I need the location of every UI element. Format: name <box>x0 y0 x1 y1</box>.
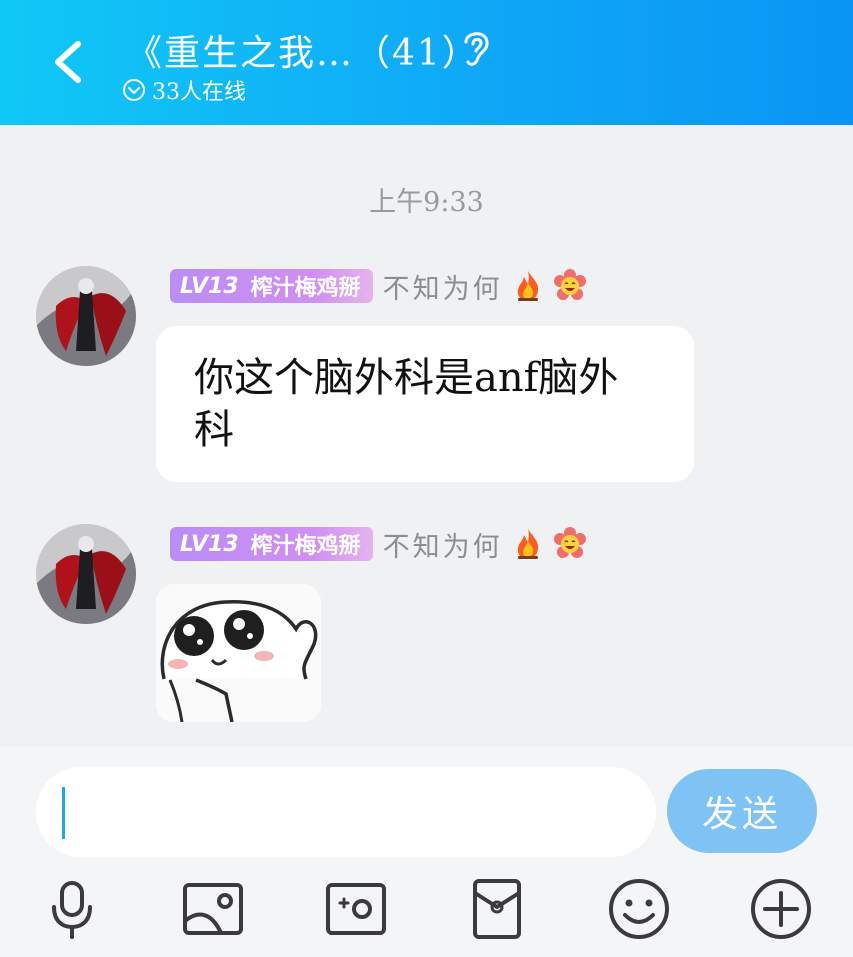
chat-header: 《重生之我…（41） 33人在线 <box>0 0 853 125</box>
message-bubble[interactable]: 你这个脑外科是anf脑外科 <box>156 326 694 482</box>
emoji-icon[interactable] <box>607 877 671 941</box>
message-list[interactable]: 上午9:33 LV13 榨汁梅鸡掰 不知为何 你这个脑外科是anf脑外科 LV1… <box>0 125 853 747</box>
sender-name[interactable]: 榨汁梅鸡掰 <box>251 270 361 302</box>
camera-icon[interactable] <box>324 877 388 941</box>
sticker-image[interactable] <box>156 584 321 722</box>
level-badge: LV13 榨汁梅鸡掰 <box>170 527 373 561</box>
online-count[interactable]: 33人在线 <box>122 74 246 106</box>
sender-name[interactable]: 榨汁梅鸡掰 <box>251 528 361 560</box>
input-bar: 发送 <box>0 747 853 957</box>
level-badge: LV13 榨汁梅鸡掰 <box>170 269 373 303</box>
plus-icon[interactable] <box>749 877 813 941</box>
flower-emoji-icon <box>553 527 586 558</box>
sender-avatar[interactable] <box>36 524 136 624</box>
fire-icon <box>517 271 538 301</box>
sender-avatar[interactable] <box>36 266 136 366</box>
send-button[interactable]: 发送 <box>667 769 817 853</box>
microphone-icon[interactable] <box>40 877 104 941</box>
message-timestamp: 上午9:33 <box>369 187 484 218</box>
image-icon[interactable] <box>181 877 245 941</box>
back-button[interactable] <box>44 36 96 88</box>
level-text: LV13 <box>180 531 239 557</box>
fire-icon <box>517 529 538 559</box>
message-input[interactable] <box>36 767 656 857</box>
sender-info: LV13 榨汁梅鸡掰 不知为何 <box>170 268 587 305</box>
red-packet-icon[interactable] <box>465 877 529 941</box>
member-title: 不知为何 <box>382 273 503 305</box>
ear-icon[interactable] <box>456 26 496 70</box>
flower-emoji-icon <box>553 269 586 300</box>
online-text: 33人在线 <box>152 80 246 105</box>
level-text: LV13 <box>180 273 239 299</box>
message-text: 你这个脑外科是anf脑外科 <box>194 355 619 453</box>
chevron-down-circle-icon <box>123 79 145 101</box>
sender-info: LV13 榨汁梅鸡掰 不知为何 <box>170 526 587 563</box>
group-title[interactable]: 《重生之我…（41） <box>126 24 480 76</box>
text-caret <box>62 787 65 839</box>
member-title: 不知为何 <box>382 531 503 563</box>
